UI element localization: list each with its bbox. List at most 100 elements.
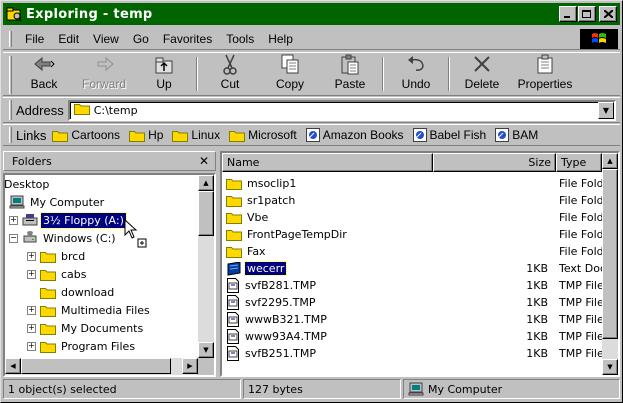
properties-icon: [534, 53, 556, 75]
tmp-file-icon: [227, 295, 239, 310]
back-label: Back: [30, 77, 58, 91]
expand-icon[interactable]: +: [27, 341, 36, 351]
maximize-button[interactable]: [578, 6, 596, 22]
column-headers: Name Size Type: [222, 153, 618, 172]
expand-icon[interactable]: +: [9, 215, 18, 225]
column-header-name[interactable]: Name: [222, 153, 433, 172]
tree-item-my-computer[interactable]: My Computer: [9, 193, 106, 211]
file-size: 1KB: [526, 296, 548, 309]
tree-item-multimedia-files[interactable]: + Multimedia Files: [27, 301, 152, 319]
paste-button[interactable]: Paste: [320, 53, 380, 95]
address-label: Address: [16, 102, 64, 118]
folder-icon: [226, 196, 242, 207]
tree-item-floppy[interactable]: + 3½ Floppy (A:): [9, 211, 127, 229]
file-row[interactable]: svfB281.TMP 1KB TMP File: [222, 277, 602, 294]
title-bar[interactable]: Exploring - temp: [3, 3, 620, 25]
column-header-size[interactable]: Size: [433, 153, 556, 172]
menu-help[interactable]: Help: [261, 32, 300, 46]
clipboard-icon: [339, 53, 361, 75]
link-hp[interactable]: Hp: [129, 128, 163, 142]
copy-label: Copy: [275, 77, 304, 91]
file-row[interactable]: Vbe File Folder: [222, 209, 602, 226]
file-row[interactable]: sr1patch File Folder: [222, 192, 602, 209]
folder-tree-vertical-scrollbar[interactable]: ▲ ▼: [198, 175, 214, 358]
menu-view[interactable]: View: [86, 32, 126, 46]
address-bar-grip[interactable]: [9, 100, 12, 120]
link-linux[interactable]: Linux: [172, 128, 220, 142]
scroll-right-button[interactable]: ▶: [182, 358, 198, 374]
menu-favorites[interactable]: Favorites: [156, 32, 219, 46]
scroll-up-button[interactable]: ▲: [602, 153, 618, 169]
tree-item-label: Multimedia Files: [61, 303, 150, 317]
expand-icon[interactable]: +: [27, 305, 36, 315]
scroll-left-button[interactable]: ◀: [5, 358, 21, 374]
close-button[interactable]: [599, 6, 617, 22]
folders-pane-title: Folders: [12, 154, 52, 168]
file-type: File Folder: [559, 228, 602, 241]
forward-button[interactable]: Forward: [74, 53, 134, 95]
tree-item-program-files[interactable]: + Program Files: [27, 337, 137, 355]
expand-icon[interactable]: +: [27, 251, 36, 261]
minimize-button[interactable]: [559, 6, 577, 22]
scrollbar-corner: [198, 358, 214, 375]
menu-file[interactable]: File: [18, 32, 51, 46]
toolbar-grip[interactable]: [9, 56, 12, 94]
tree-item-my-documents[interactable]: + My Documents: [27, 319, 145, 337]
address-dropdown-button[interactable]: ▼: [598, 101, 614, 119]
file-list-vertical-scrollbar[interactable]: ▲ ▼: [602, 153, 618, 375]
link-cartoons[interactable]: Cartoons: [52, 128, 120, 142]
file-row[interactable]: Fax File Folder: [222, 243, 602, 260]
address-value: C:\temp: [93, 103, 138, 117]
collapse-icon[interactable]: −: [9, 233, 18, 243]
file-type: TMP File: [559, 313, 602, 326]
scroll-thumb[interactable]: [602, 169, 618, 339]
delete-label: Delete: [464, 77, 500, 91]
menu-tools[interactable]: Tools: [219, 32, 261, 46]
file-row-selected[interactable]: wecerr 1KB Text Document: [222, 260, 602, 277]
file-row[interactable]: wwwB321.TMP 1KB TMP File: [222, 311, 602, 328]
back-button[interactable]: Back: [14, 53, 74, 95]
up-button[interactable]: Up: [134, 53, 194, 95]
menu-bar-grip[interactable]: [9, 30, 12, 47]
hard-drive-icon: [23, 231, 37, 243]
toolbar-separator: [196, 57, 198, 91]
links-bar-grip[interactable]: [9, 127, 12, 143]
address-input[interactable]: C:\temp ▼: [67, 99, 616, 121]
link-microsoft[interactable]: Microsoft: [229, 128, 297, 142]
toolbar-separator: [448, 57, 450, 91]
menu-edit[interactable]: Edit: [51, 32, 86, 46]
expand-icon[interactable]: +: [27, 269, 36, 279]
explorer-app-icon[interactable]: [6, 6, 22, 22]
link-babel-fish[interactable]: Babel Fish: [412, 128, 486, 142]
scroll-thumb[interactable]: [21, 358, 171, 374]
file-row[interactable]: msoclip1 File Folder: [222, 175, 602, 192]
tree-item-desktop[interactable]: Desktop: [5, 175, 51, 193]
expand-icon[interactable]: +: [27, 323, 36, 333]
delete-button[interactable]: Delete: [452, 53, 512, 95]
tree-item-brcd[interactable]: + brcd: [27, 247, 87, 265]
scroll-down-button[interactable]: ▼: [602, 359, 618, 375]
tree-item-download[interactable]: download: [40, 283, 116, 301]
tree-item-cabs[interactable]: + cabs: [27, 265, 89, 283]
cut-button[interactable]: Cut: [200, 53, 260, 95]
file-row[interactable]: www93A4.TMP 1KB TMP File: [222, 328, 602, 345]
link-amazon-books[interactable]: Amazon Books: [305, 128, 404, 142]
copy-button[interactable]: Copy: [260, 53, 320, 95]
menu-go[interactable]: Go: [126, 32, 156, 46]
properties-button[interactable]: Properties: [512, 53, 578, 95]
link-bam[interactable]: BAM: [495, 128, 538, 142]
file-row[interactable]: svfB251.TMP 1KB TMP File: [222, 345, 602, 362]
scroll-thumb[interactable]: [198, 191, 214, 236]
tree-item-windows-c[interactable]: − Windows (C:): [9, 229, 118, 247]
tree-item-label: Program Files: [61, 339, 136, 353]
scroll-up-button[interactable]: ▲: [198, 175, 214, 191]
file-row[interactable]: FrontPageTempDir File Folder: [222, 226, 602, 243]
column-header-type[interactable]: Type: [556, 153, 602, 172]
folder-tree-horizontal-scrollbar[interactable]: ◀ ▶: [5, 358, 214, 375]
close-icon[interactable]: ✕: [199, 154, 209, 168]
scroll-down-button[interactable]: ▼: [198, 342, 214, 358]
undo-button[interactable]: Undo: [386, 53, 446, 95]
folder-icon: [226, 230, 242, 241]
file-row[interactable]: svf2295.TMP 1KB TMP File: [222, 294, 602, 311]
folders-pane-header: Folders ✕: [3, 151, 216, 171]
